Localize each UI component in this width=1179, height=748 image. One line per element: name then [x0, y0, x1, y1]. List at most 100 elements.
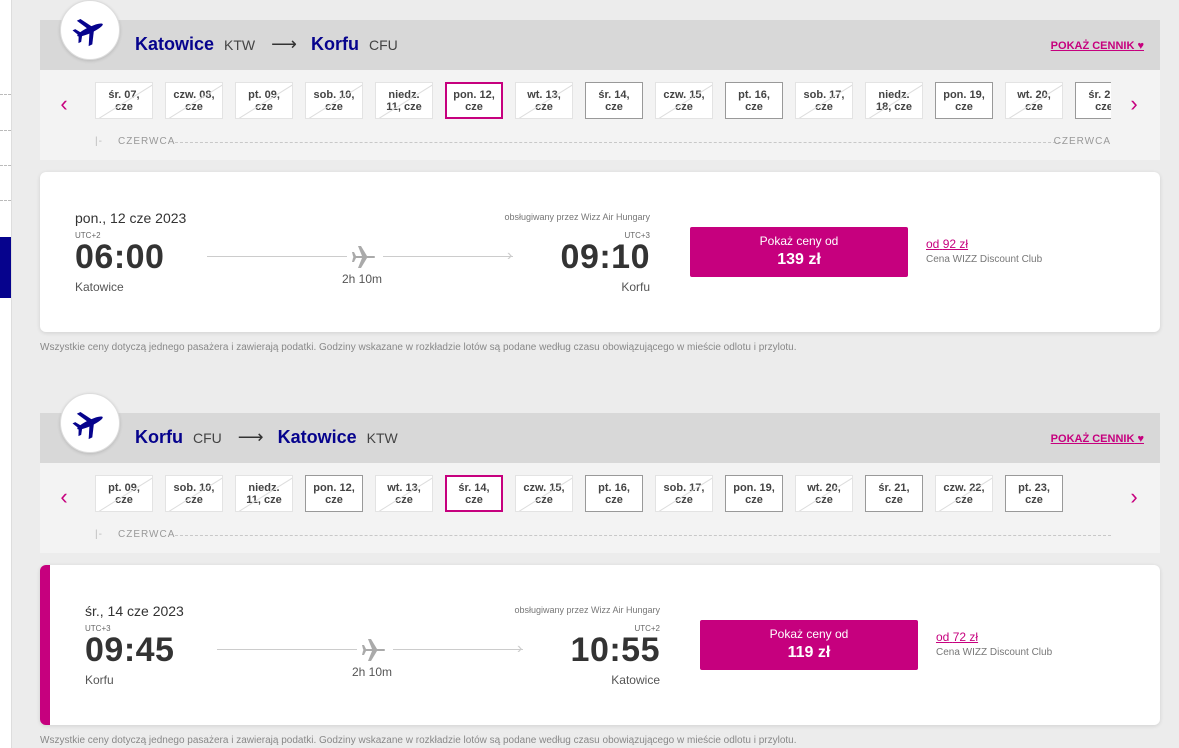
club-description: Cena WIZZ Discount Club	[936, 647, 1053, 658]
date-option[interactable]: pt. 23, cze	[1005, 475, 1063, 512]
sidebar-divider	[0, 130, 11, 131]
date-day: sob. 10,	[173, 482, 215, 494]
club-description: Cena WIZZ Discount Club	[926, 254, 1043, 265]
date-month: cze	[955, 494, 973, 506]
date-option: pt. 09, cze	[235, 82, 293, 119]
date-month: cze	[185, 101, 203, 113]
club-prefix: od	[926, 237, 940, 251]
date-option[interactable]: śr. 14, cze	[585, 82, 643, 119]
date-option: wt. 20, cze	[795, 475, 853, 512]
date-option[interactable]: pon. 12, cze	[305, 475, 363, 512]
date-month: cze	[815, 494, 833, 506]
date-option[interactable]: śr. 21,cze	[865, 475, 923, 512]
dates-viewport: pt. 09, cze sob. 10, cze niedz. 11, cze pon. 1…	[95, 475, 1111, 515]
date-month: 18, cze	[875, 101, 913, 113]
show-prices-button[interactable]: Pokaż ceny od 119 zł	[700, 620, 918, 670]
origin-code: CFU	[193, 430, 222, 446]
show-pricelist-link[interactable]: POKAŻ CENNIK ♥	[1051, 433, 1144, 445]
date-month: cze	[395, 494, 413, 506]
next-dates-button[interactable]: ›	[1124, 92, 1144, 116]
price-value: 139 zł	[777, 251, 821, 268]
date-day: wt. 13,	[387, 482, 421, 494]
date-day: śr. 21,	[878, 482, 910, 494]
date-option: niedz. 11, cze	[235, 475, 293, 512]
prev-dates-button[interactable]: ‹	[54, 485, 74, 509]
club-prefix: od	[936, 630, 950, 644]
date-day: pt. 09,	[108, 482, 140, 494]
date-day: pon. 12,	[313, 482, 355, 494]
flight-duration: 2h 10m	[351, 665, 393, 679]
airplane-icon	[362, 639, 385, 661]
next-dates-button[interactable]: ›	[1124, 485, 1144, 509]
show-prices-button[interactable]: Pokaż ceny od 139 zł	[690, 227, 908, 277]
date-day: czw. 08,	[173, 89, 215, 101]
date-month: cze	[955, 101, 973, 113]
price-disclaimer: Wszystkie ceny dotyczą jednego pasażera …	[40, 342, 797, 353]
date-month: cze	[185, 494, 203, 506]
date-option[interactable]: pon. 19, cze	[935, 82, 993, 119]
date-day: pon. 19,	[943, 89, 985, 101]
date-option[interactable]: pt. 16, cze	[585, 475, 643, 512]
date-day: czw. 15,	[523, 482, 565, 494]
date-day: czw. 22,	[943, 482, 985, 494]
date-option[interactable]: pon. 19, cze	[725, 475, 783, 512]
chevron-right-icon: ›	[517, 640, 523, 657]
show-pricelist-link[interactable]: POKAŻ CENNIK ♥	[1051, 40, 1144, 52]
origin-city: Katowice	[135, 34, 215, 54]
date-list: śr. 07, cze czw. 08, cze pt. 09, cze sob. 10, c…	[95, 82, 1111, 119]
prev-dates-button[interactable]: ‹	[54, 92, 74, 116]
sidebar-divider	[0, 165, 11, 166]
date-day: wt. 13,	[527, 89, 561, 101]
month-indicator: |- CZERWCA CZERWCA	[95, 136, 1111, 147]
date-selector: ‹ pt. 09, cze sob. 10, cze niedz. 11, cze pon.…	[40, 463, 1160, 553]
plane-icon	[72, 19, 103, 47]
sidebar-divider	[0, 200, 11, 201]
date-day: pt. 23,	[1018, 482, 1050, 494]
club-price: 92 zł	[942, 237, 969, 251]
date-day: pon. 12,	[453, 89, 495, 101]
departure-city: Korfu	[85, 673, 114, 687]
price-button-label: Pokaż ceny od	[769, 627, 849, 641]
destination-city: Korfu	[310, 34, 359, 54]
date-day: czw. 15,	[663, 89, 705, 101]
date-month: cze	[115, 494, 133, 506]
date-month: cze	[745, 494, 763, 506]
flight-card[interactable]: śr., 14 cze 2023 obsługiwany przez Wizz …	[40, 565, 1160, 725]
destination-city: Katowice	[277, 427, 357, 447]
price-disclaimer: Wszystkie ceny dotyczą jednego pasażera …	[40, 735, 797, 746]
date-day: śr. 14,	[598, 89, 630, 101]
date-month: cze	[745, 101, 763, 113]
route-header: Katowice KTW ⟶ Korfu CFU POKAŻ CENNIK ♥	[40, 20, 1160, 70]
flight-card[interactable]: pon., 12 cze 2023 obsługiwany przez Wizz…	[40, 172, 1160, 332]
date-option: wt. 13, cze	[375, 475, 433, 512]
departure-time: 06:00	[75, 238, 165, 276]
date-day: pon. 19,	[733, 482, 775, 494]
plane-badge	[60, 0, 120, 60]
date-option: sob. 17, cze	[795, 82, 853, 119]
date-option[interactable]: śr. 14, cze	[445, 475, 503, 512]
date-option: sob. 10, cze	[305, 82, 363, 119]
plane-icon	[72, 412, 103, 440]
date-option: wt. 20, cze	[1005, 82, 1063, 119]
date-option: sob. 10, cze	[165, 475, 223, 512]
sidebar-divider	[0, 94, 11, 95]
origin-code: KTW	[224, 37, 256, 53]
date-option[interactable]: pon. 12, cze	[445, 82, 503, 119]
date-month: cze	[885, 494, 903, 506]
date-day: sob. 17,	[663, 482, 705, 494]
discount-club-price[interactable]: od 72 zł Cena WIZZ Discount Club	[936, 630, 1052, 658]
month-label: CZERWCA	[1053, 136, 1111, 147]
date-day: pt. 09,	[248, 89, 280, 101]
date-option: czw. 15, cze	[515, 475, 573, 512]
date-month: cze	[1025, 101, 1043, 113]
date-month: cze	[605, 494, 623, 506]
date-option: sob. 17, cze	[655, 475, 713, 512]
date-option[interactable]: śr. 21,cze	[1075, 82, 1111, 119]
date-month: cze	[675, 494, 693, 506]
airplane-icon	[352, 246, 375, 268]
date-day: sob. 10,	[313, 89, 355, 101]
date-option[interactable]: pt. 16, cze	[725, 82, 783, 119]
date-day: pt. 16,	[738, 89, 770, 101]
discount-club-price[interactable]: od 92 zł Cena WIZZ Discount Club	[926, 237, 1042, 265]
route-title: Korfu CFU ⟶ Katowice KTW	[135, 427, 398, 448]
